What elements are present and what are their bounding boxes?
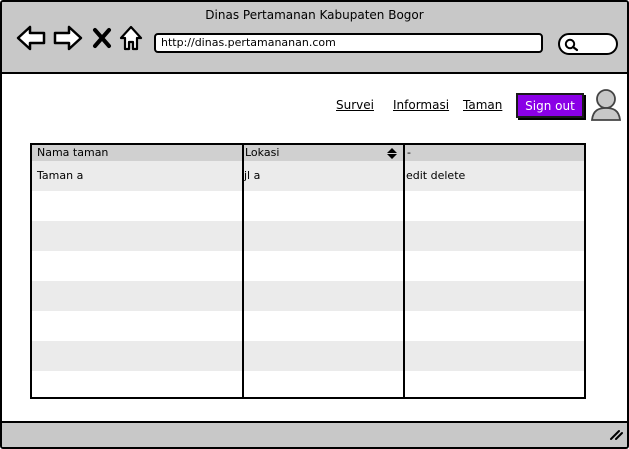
nav-link-informasi[interactable]: Informasi bbox=[393, 98, 449, 112]
window-title: Dinas Pertamanan Kabupaten Bogor bbox=[205, 8, 424, 22]
taman-table: Nama taman Lokasi - Taman a jl a edit de… bbox=[30, 143, 586, 399]
status-bar bbox=[2, 421, 627, 447]
column-header-actions: - bbox=[407, 146, 411, 159]
search-icon bbox=[564, 38, 579, 52]
resize-grip-icon[interactable] bbox=[609, 425, 623, 444]
browser-window: Dinas Pertamanan Kabupaten Bogor http://… bbox=[0, 0, 629, 449]
table-row-empty bbox=[32, 311, 584, 341]
browser-search-field[interactable] bbox=[558, 33, 618, 55]
column-divider bbox=[403, 145, 405, 397]
column-header-lokasi[interactable]: Lokasi bbox=[245, 146, 279, 159]
cell-lokasi: jl a bbox=[244, 169, 261, 182]
sign-out-button[interactable]: Sign out bbox=[516, 93, 584, 118]
table-header-row: Nama taman Lokasi - bbox=[32, 145, 584, 161]
table-row-empty bbox=[32, 251, 584, 281]
user-avatar-icon[interactable] bbox=[590, 88, 622, 122]
forward-arrow-icon[interactable] bbox=[53, 24, 83, 52]
home-icon[interactable] bbox=[118, 24, 144, 52]
cell-actions[interactable]: edit delete bbox=[406, 169, 465, 182]
back-arrow-icon[interactable] bbox=[16, 24, 46, 52]
browser-chrome: Dinas Pertamanan Kabupaten Bogor http://… bbox=[2, 2, 627, 74]
table-row-empty bbox=[32, 281, 584, 311]
cell-nama-taman: Taman a bbox=[37, 169, 84, 182]
table-row-empty bbox=[32, 341, 584, 371]
nav-link-survei[interactable]: Survei bbox=[336, 98, 374, 112]
table-row-empty bbox=[32, 371, 584, 397]
stop-x-icon[interactable] bbox=[91, 24, 113, 52]
column-header-nama-taman[interactable]: Nama taman bbox=[37, 146, 108, 159]
table-row-empty bbox=[32, 221, 584, 251]
table-row-empty bbox=[32, 191, 584, 221]
table-row[interactable]: Taman a jl a edit delete bbox=[32, 161, 584, 191]
address-bar[interactable]: http://dinas.pertamananan.com bbox=[154, 33, 543, 53]
column-divider bbox=[242, 145, 244, 397]
nav-link-taman[interactable]: Taman bbox=[463, 98, 502, 112]
